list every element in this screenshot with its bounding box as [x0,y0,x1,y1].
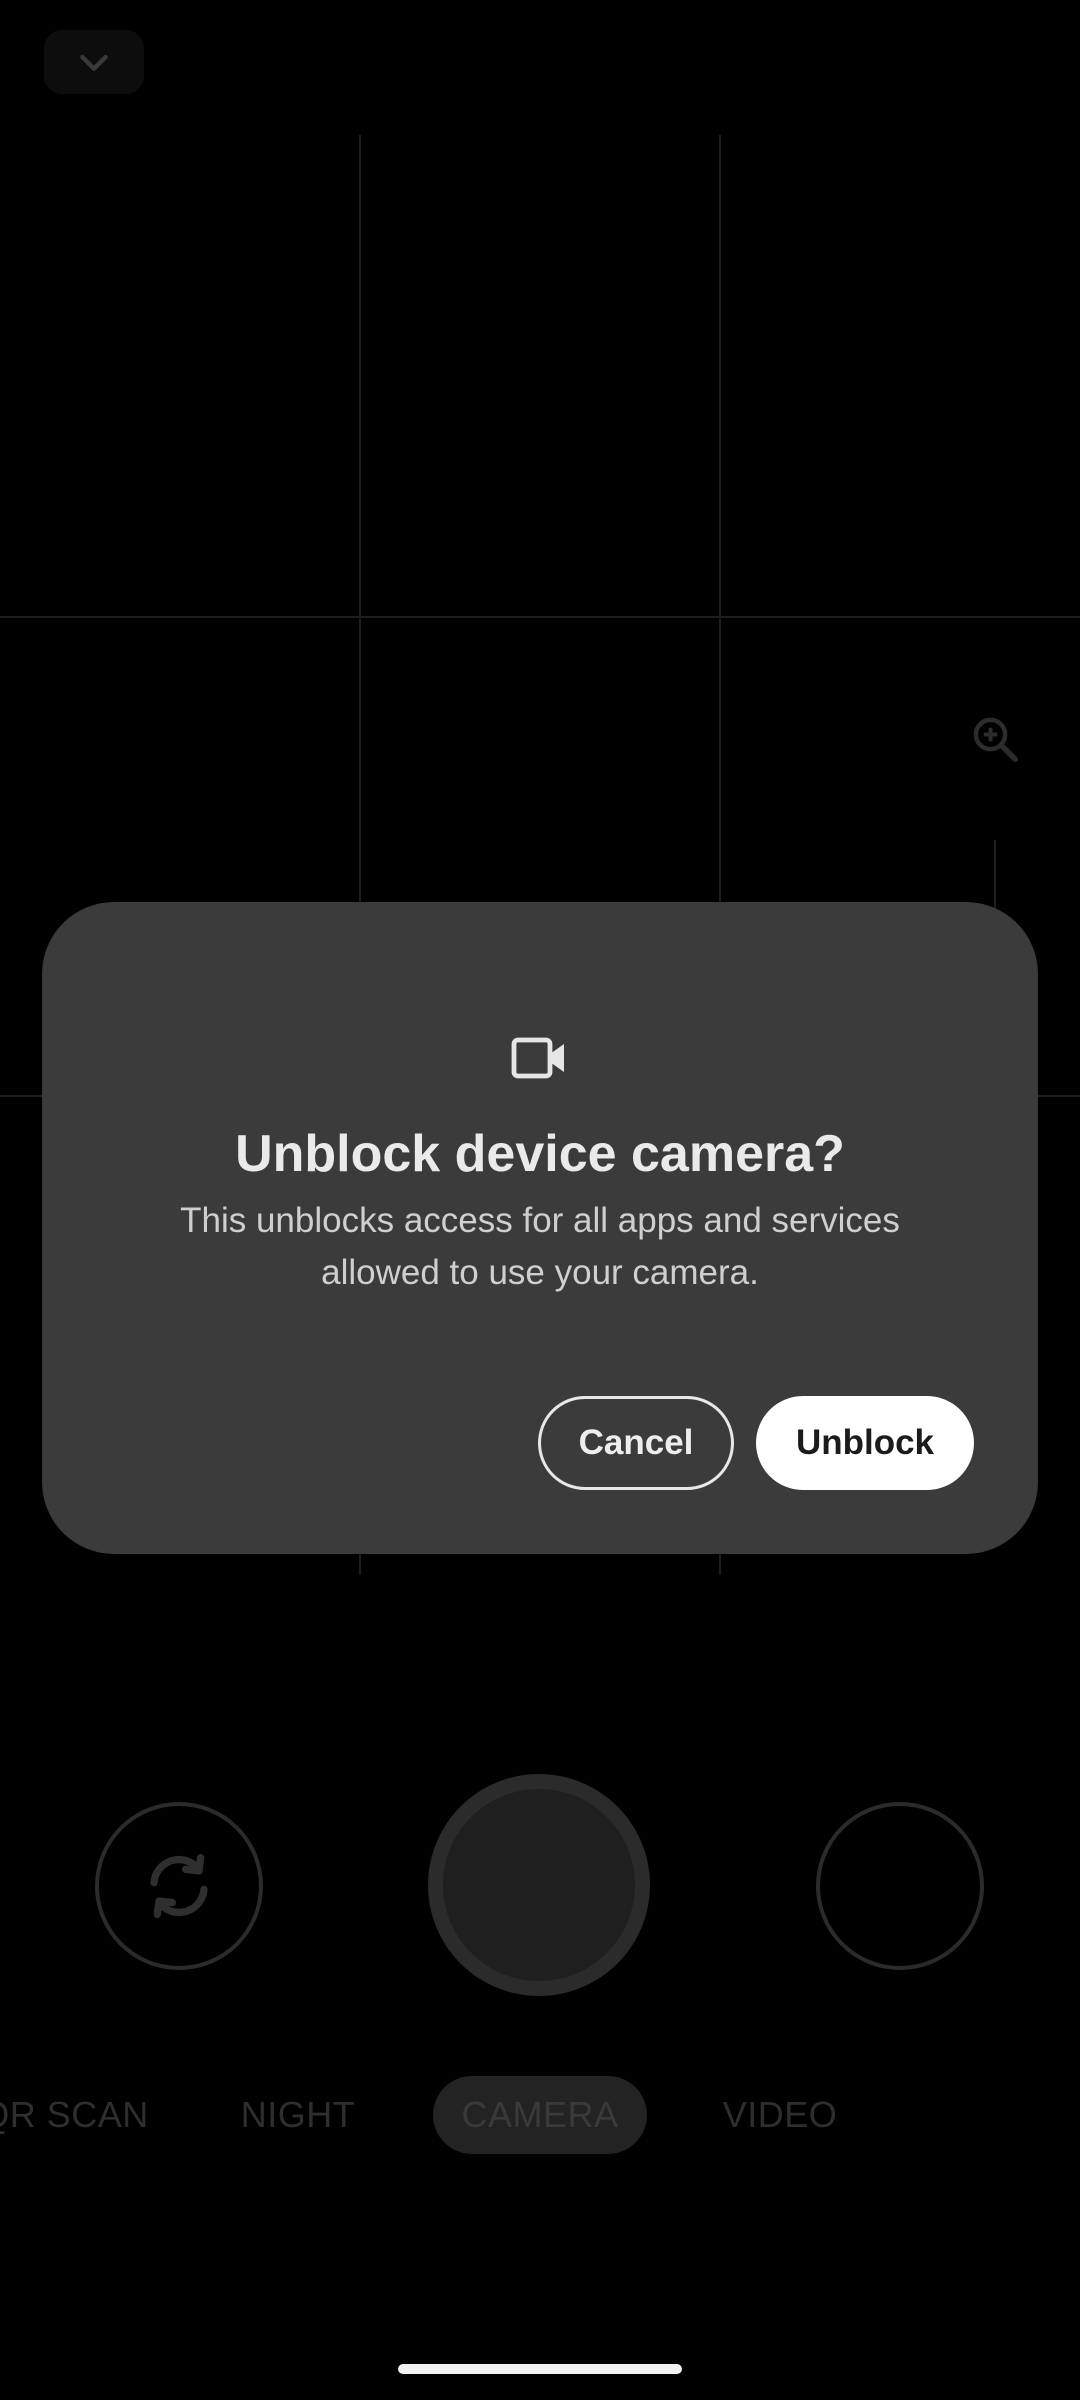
home-indicator[interactable] [398,2364,682,2374]
unblock-button[interactable]: Unblock [756,1396,974,1490]
video-camera-icon [511,1037,564,1079]
switch-camera-button[interactable] [95,1802,263,1970]
cancel-button[interactable]: Cancel [538,1396,734,1490]
shutter-button[interactable] [428,1774,650,1996]
chevron-down-icon [80,54,108,71]
grid-line-horizontal-1 [0,616,1080,618]
zoom-in-icon[interactable] [968,712,1022,766]
mode-video[interactable]: VIDEO [710,2076,850,2154]
mode-camera[interactable]: CAMERA [433,2076,647,2154]
gallery-thumbnail-button[interactable] [816,1802,984,1970]
mode-night[interactable]: NIGHT [228,2076,368,2154]
collapse-button[interactable] [44,30,144,94]
shutter-inner [443,1789,635,1981]
mode-qr-scan[interactable]: QR SCAN [0,2076,160,2154]
dialog-title: Unblock device camera? [235,1125,845,1183]
switch-camera-icon [150,1854,208,1918]
dialog-message: This unblocks access for all apps and se… [180,1201,900,1292]
